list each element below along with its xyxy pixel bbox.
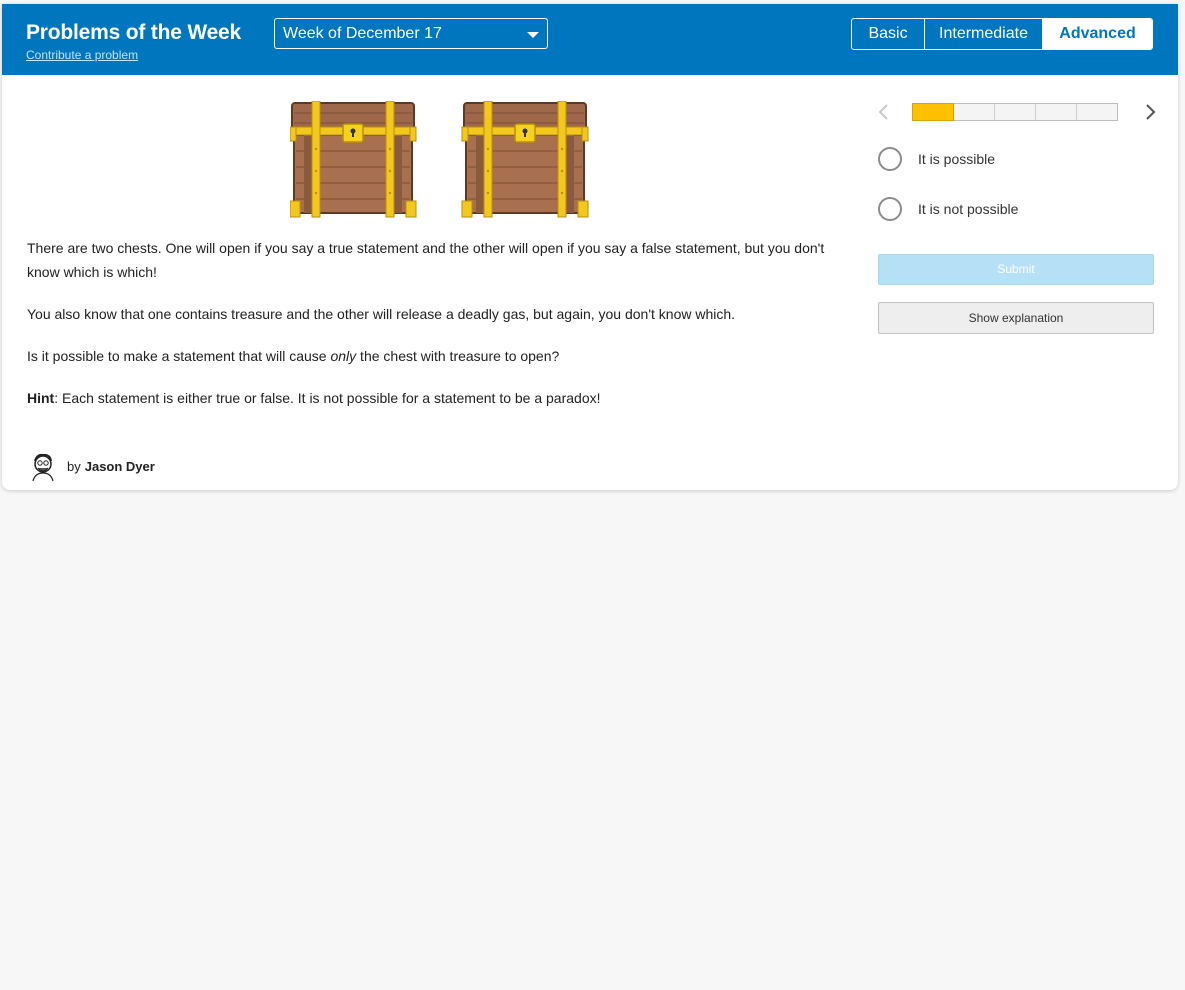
question-text: the chest with treasure to open? bbox=[356, 348, 560, 364]
author-by-label: by bbox=[67, 458, 81, 474]
treasure-chests-image bbox=[289, 100, 589, 218]
problem-paragraph: There are two chests. One will open if y… bbox=[27, 240, 825, 280]
question-text: Is it possible to make a statement that … bbox=[27, 348, 331, 364]
chevron-left-icon[interactable] bbox=[874, 102, 894, 122]
chevron-down-icon bbox=[527, 32, 539, 38]
week-select[interactable]: Week of December 17 bbox=[274, 18, 548, 49]
answer-option-possible[interactable]: It is possible bbox=[878, 145, 995, 173]
level-toggle: Basic Intermediate Advanced bbox=[851, 18, 1153, 50]
avatar bbox=[32, 453, 54, 482]
progress-step-1[interactable] bbox=[912, 103, 954, 121]
answer-label: It is possible bbox=[918, 151, 996, 167]
radio-button[interactable] bbox=[878, 147, 902, 171]
week-select-value: Week of December 17 bbox=[283, 25, 442, 42]
level-basic-button[interactable]: Basic bbox=[852, 19, 925, 49]
problem-card: Problems of the Week Contribute a proble… bbox=[2, 4, 1178, 490]
progress-step-3[interactable] bbox=[995, 104, 1036, 120]
progress-step-2[interactable] bbox=[954, 104, 995, 120]
show-explanation-button[interactable]: Show explanation bbox=[878, 302, 1154, 334]
submit-button[interactable]: Submit bbox=[878, 254, 1154, 285]
problem-statement: There are two chests. One will open if y… bbox=[27, 236, 837, 428]
level-intermediate-button[interactable]: Intermediate bbox=[925, 19, 1043, 49]
progress-step-5[interactable] bbox=[1077, 104, 1117, 120]
contribute-link[interactable]: Contribute a problem bbox=[26, 48, 138, 62]
chests-illustration bbox=[289, 100, 590, 219]
hint-text: : Each statement is either true or false… bbox=[54, 390, 601, 406]
hint-label: Hint bbox=[27, 390, 55, 406]
progress-step-4[interactable] bbox=[1036, 104, 1077, 120]
author-name[interactable]: Jason Dyer bbox=[85, 459, 155, 474]
problem-progress bbox=[912, 103, 1118, 121]
radio-button[interactable] bbox=[878, 197, 902, 221]
chevron-right-icon[interactable] bbox=[1140, 102, 1160, 122]
problem-question: Is it possible to make a statement that … bbox=[27, 344, 837, 368]
problem-pager bbox=[872, 100, 1162, 124]
author-line: by Jason Dyer bbox=[27, 450, 155, 482]
answer-option-not-possible[interactable]: It is not possible bbox=[878, 195, 1018, 223]
hint-paragraph: Hint: Each statement is either true or f… bbox=[27, 386, 837, 410]
level-advanced-button[interactable]: Advanced bbox=[1043, 19, 1152, 49]
answer-label: It is not possible bbox=[918, 201, 1019, 217]
question-emphasis: only bbox=[330, 348, 357, 364]
problem-paragraph: You also know that one contains treasure… bbox=[27, 306, 736, 322]
page-title: Problems of the Week bbox=[26, 21, 242, 44]
header-bar: Problems of the Week Contribute a proble… bbox=[2, 4, 1178, 75]
